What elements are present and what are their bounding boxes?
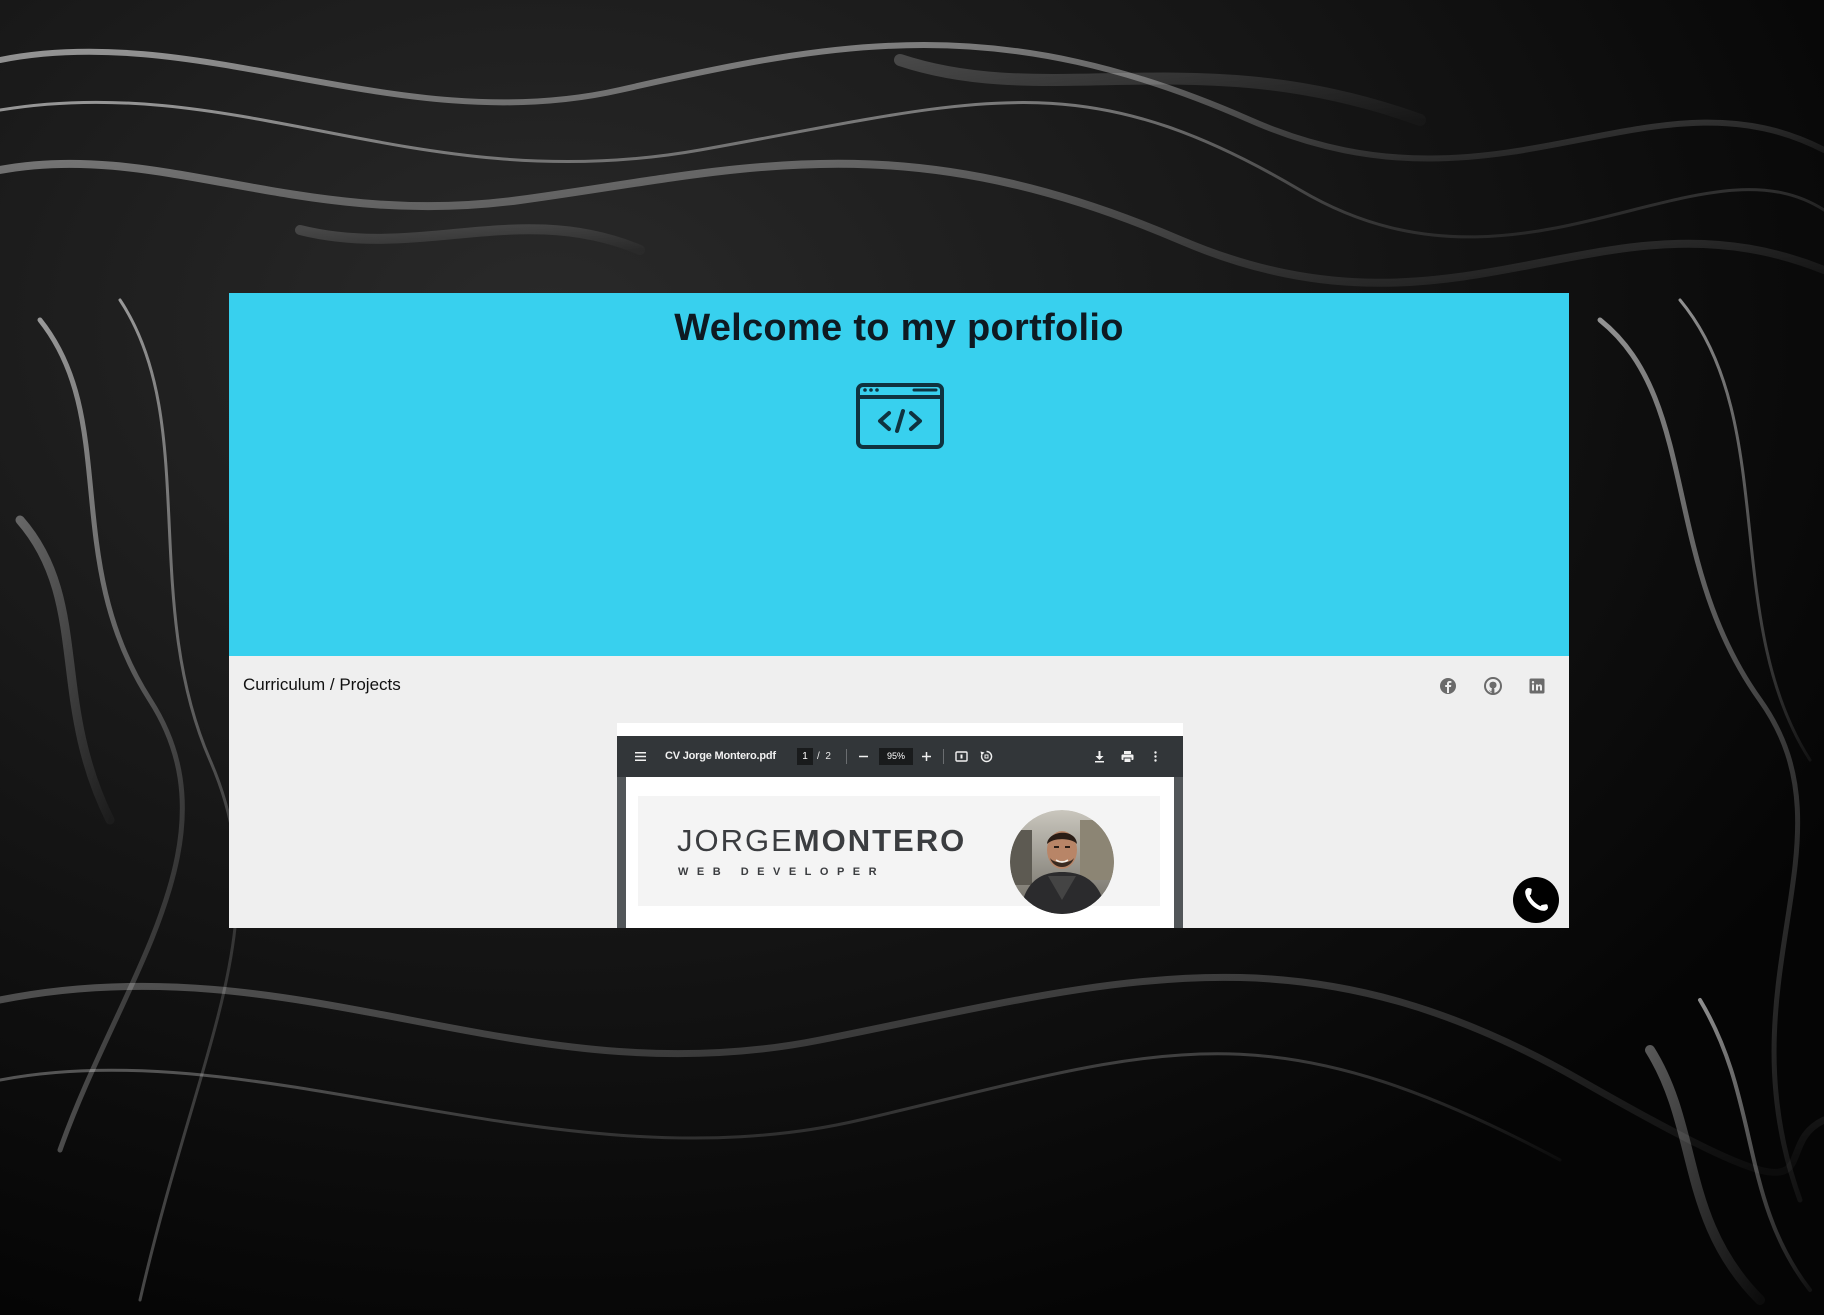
zoom-in-icon[interactable] [918,748,935,765]
total-pages: 2 [825,751,831,762]
cv-last-name: MONTERO [793,823,967,858]
github-icon[interactable] [1483,676,1503,696]
toolbar-divider [943,749,944,764]
profile-photo [1010,810,1114,914]
cv-first-name: JORGE [677,823,794,858]
phone-icon [1525,888,1548,911]
cv-name: JORGEMONTERO [677,823,966,859]
download-icon[interactable] [1091,748,1108,765]
pdf-canvas[interactable]: JORGEMONTERO WEB DEVELOPER [617,777,1183,928]
zoom-out-icon[interactable] [855,748,872,765]
pdf-embed[interactable]: CV Jorge Montero.pdf 1 / 2 95% JORGEMONT… [617,723,1183,928]
pdf-toolbar: CV Jorge Montero.pdf 1 / 2 95% [617,736,1183,777]
pdf-page: JORGEMONTERO WEB DEVELOPER [626,777,1174,928]
page-count: / 2 [817,736,831,777]
rotate-icon[interactable] [978,748,995,765]
portfolio-card: Welcome to my portfolio Curriculum / Pro… [229,293,1569,928]
call-button[interactable] [1513,877,1559,923]
section-nav: Curriculum / Projects [229,656,1569,714]
menu-icon[interactable] [632,748,649,765]
more-options-icon[interactable] [1147,748,1164,765]
page-title: Welcome to my portfolio [674,307,1124,349]
toolbar-divider [846,749,847,764]
page-separator: / [817,751,820,762]
cv-role: WEB DEVELOPER [678,866,886,878]
fit-page-icon[interactable] [953,748,970,765]
pdf-file-name: CV Jorge Montero.pdf [665,750,776,762]
zoom-level-input[interactable]: 95% [879,748,913,765]
code-window-icon [856,383,944,449]
facebook-icon[interactable] [1438,676,1458,696]
cv-header: JORGEMONTERO WEB DEVELOPER [638,796,1160,914]
print-icon[interactable] [1119,748,1136,765]
page-number-input[interactable]: 1 [797,748,813,765]
breadcrumb[interactable]: Curriculum / Projects [243,675,401,695]
hero-banner: Welcome to my portfolio [229,293,1569,656]
linkedin-icon[interactable] [1527,676,1547,696]
